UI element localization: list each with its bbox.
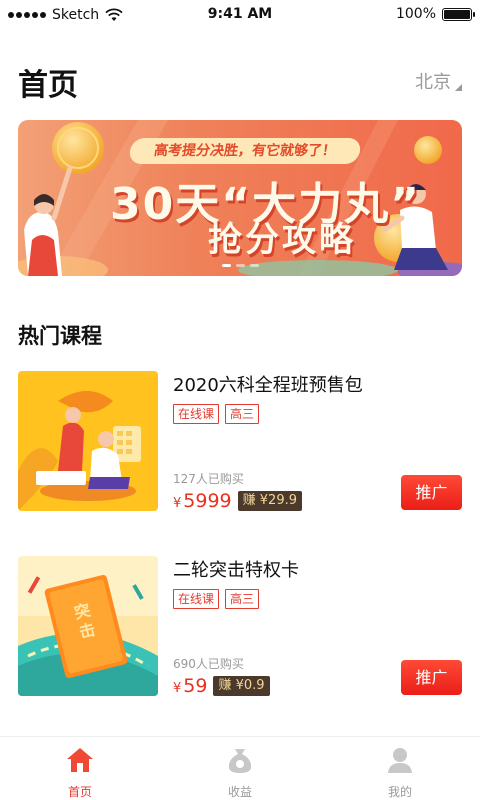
tab-home[interactable]: 首页 [0,737,160,800]
section-title: 热门课程 [18,324,102,348]
price-row: ¥59 赚 ¥0.9 [173,675,270,697]
price-value: 59 [183,675,208,697]
promote-button[interactable]: 推广 [401,475,462,510]
price-value: 5999 [183,490,232,512]
banner-headline-2: 抢分攻略 [208,220,356,260]
currency-symbol: ¥ [173,496,182,511]
course-tag: 在线课 [173,589,220,609]
tab-label: 收益 [227,785,252,799]
buyer-count: 127人已购买 [173,472,244,486]
course-card[interactable]: 突 击 二轮突击特权卡 在线课 高三 690人已购买 ¥59 赚 ¥0.9 推广 [18,556,462,697]
course-card[interactable]: 2020六科全程班预售包 在线课 高三 127人已购买 ¥5999 赚 ¥29.… [18,371,462,512]
carousel-indicator [18,264,462,267]
city-label: 北京 [415,72,451,93]
home-icon [67,748,93,772]
banner-subtitle: 高考提分决胜，有它就够了！ [128,138,362,164]
course-tag: 在线课 [173,404,220,424]
course-price: ¥59 [173,675,207,697]
page-title: 首页 [18,68,78,103]
tab-label: 首页 [67,785,92,799]
earn-badge: 赚 ¥0.9 [213,676,270,696]
earn-badge: 赚 ¥29.9 [237,491,302,511]
course-thumbnail [18,371,158,511]
promo-banner[interactable]: 高考提分决胜，有它就够了！ 30天“大力丸” 抢分攻略 [18,120,462,276]
carousel-dot[interactable] [235,264,245,267]
carousel-dot[interactable] [249,264,259,267]
promote-button[interactable]: 推广 [401,660,462,695]
caret-down-icon [455,84,462,91]
battery-percent: 100% [395,6,436,22]
user-icon [388,748,412,773]
course-title: 二轮突击特权卡 [173,560,299,581]
course-price: ¥5999 [173,490,232,512]
carousel-dot[interactable] [221,264,231,267]
price-row: ¥5999 赚 ¥29.9 [173,490,302,512]
course-tags: 在线课 高三 [173,404,260,424]
currency-symbol: ¥ [173,681,182,696]
city-selector[interactable]: 北京 [415,68,462,94]
tab-earnings[interactable]: 收益 [160,737,320,800]
money-bag-icon [228,749,252,773]
course-title: 2020六科全程班预售包 [173,375,363,396]
tab-bar: 首页 收益 我的 [0,736,480,800]
course-tag: 高三 [225,589,260,609]
battery-icon [442,7,475,21]
course-tag: 高三 [225,404,260,424]
buyer-count: 690人已购买 [173,657,244,671]
battery-group: 100% [395,6,475,22]
status-bar: Sketch 9:41 AM 100% [0,0,480,30]
course-thumbnail: 突 击 [18,556,158,696]
tab-mine[interactable]: 我的 [320,737,480,800]
tab-label: 我的 [387,785,412,799]
course-tags: 在线课 高三 [173,589,260,609]
